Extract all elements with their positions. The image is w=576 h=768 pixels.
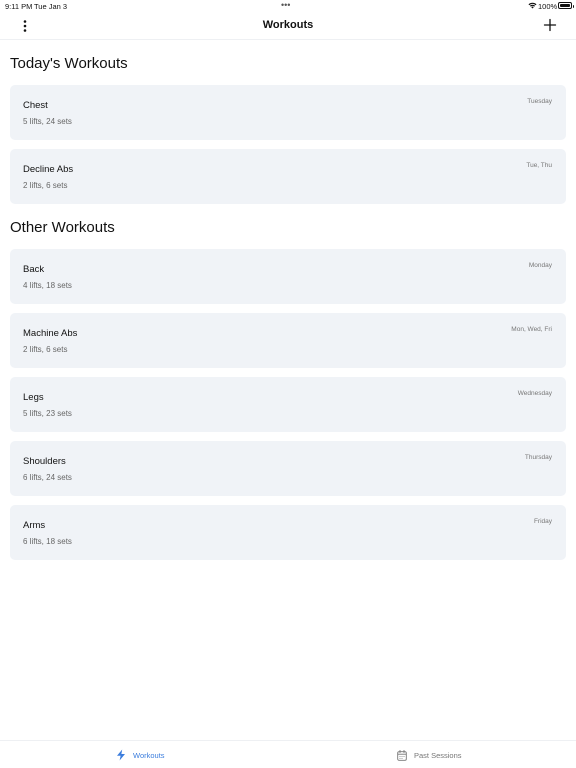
workout-name: Machine Abs — [23, 328, 78, 339]
workout-name: Shoulders — [23, 456, 66, 467]
battery-icon — [558, 2, 574, 9]
workout-meta: 2 lifts, 6 sets — [23, 345, 68, 354]
workout-days: Friday — [533, 518, 552, 525]
workout-days: Thursday — [524, 454, 552, 461]
tab-label: Past Sessions — [414, 750, 462, 760]
workout-meta: 5 lifts, 23 sets — [23, 409, 72, 418]
workout-card-arms[interactable]: Arms 6 lifts, 18 sets Friday — [10, 505, 566, 560]
workout-card-back[interactable]: Back 4 lifts, 18 sets Monday — [10, 249, 566, 304]
page-title: Workouts — [262, 19, 314, 31]
workout-card-machine-abs[interactable]: Machine Abs 2 lifts, 6 sets Mon, Wed, Fr… — [10, 313, 566, 368]
navigation-bar: Workouts — [0, 14, 576, 40]
workout-card-legs[interactable]: Legs 5 lifts, 23 sets Wednesday — [10, 377, 566, 432]
todays-workouts-heading: Today's Workouts — [10, 55, 128, 72]
workout-name: Back — [23, 264, 45, 275]
status-time: 9:11 PM — [5, 2, 33, 11]
workout-days: Monday — [528, 262, 552, 269]
workout-meta: 5 lifts, 24 sets — [23, 117, 72, 126]
workout-days: Tue, Thu — [526, 162, 552, 169]
workout-name: Decline Abs — [23, 164, 74, 175]
calendar-icon — [397, 749, 407, 761]
workout-meta: 6 lifts, 18 sets — [23, 537, 72, 546]
workout-card-chest[interactable]: Chest 5 lifts, 24 sets Tuesday — [10, 85, 566, 140]
workout-days: Mon, Wed, Fri — [511, 326, 552, 333]
workout-days: Wednesday — [517, 390, 552, 397]
status-date: Tue Jan 3 — [34, 2, 68, 11]
lightning-icon — [117, 749, 125, 761]
workout-card-shoulders[interactable]: Shoulders 6 lifts, 24 sets Thursday — [10, 441, 566, 496]
workout-meta: 4 lifts, 18 sets — [23, 281, 72, 290]
other-workouts-heading: Other Workouts — [10, 219, 115, 236]
workout-name: Legs — [23, 392, 44, 403]
workout-meta: 6 lifts, 24 sets — [23, 473, 72, 482]
workout-card-decline-abs[interactable]: Decline Abs 2 lifts, 6 sets Tue, Thu — [10, 149, 566, 204]
workout-meta: 2 lifts, 6 sets — [23, 181, 68, 190]
multitasking-dots-icon[interactable]: ••• — [281, 1, 290, 10]
tab-past-sessions[interactable]: Past Sessions — [397, 748, 462, 762]
tab-bar: Workouts Past Sessions — [0, 740, 576, 768]
tab-label: Workouts — [133, 750, 165, 760]
wifi-icon — [528, 2, 537, 9]
plus-icon[interactable] — [543, 18, 557, 32]
workout-name: Arms — [23, 520, 46, 531]
workout-name: Chest — [23, 100, 48, 111]
tab-workouts[interactable]: Workouts — [116, 748, 165, 762]
battery-percent: 100% — [538, 2, 558, 11]
workout-days: Tuesday — [527, 98, 552, 105]
status-bar: 9:11 PM Tue Jan 3 ••• 100% — [0, 0, 576, 12]
